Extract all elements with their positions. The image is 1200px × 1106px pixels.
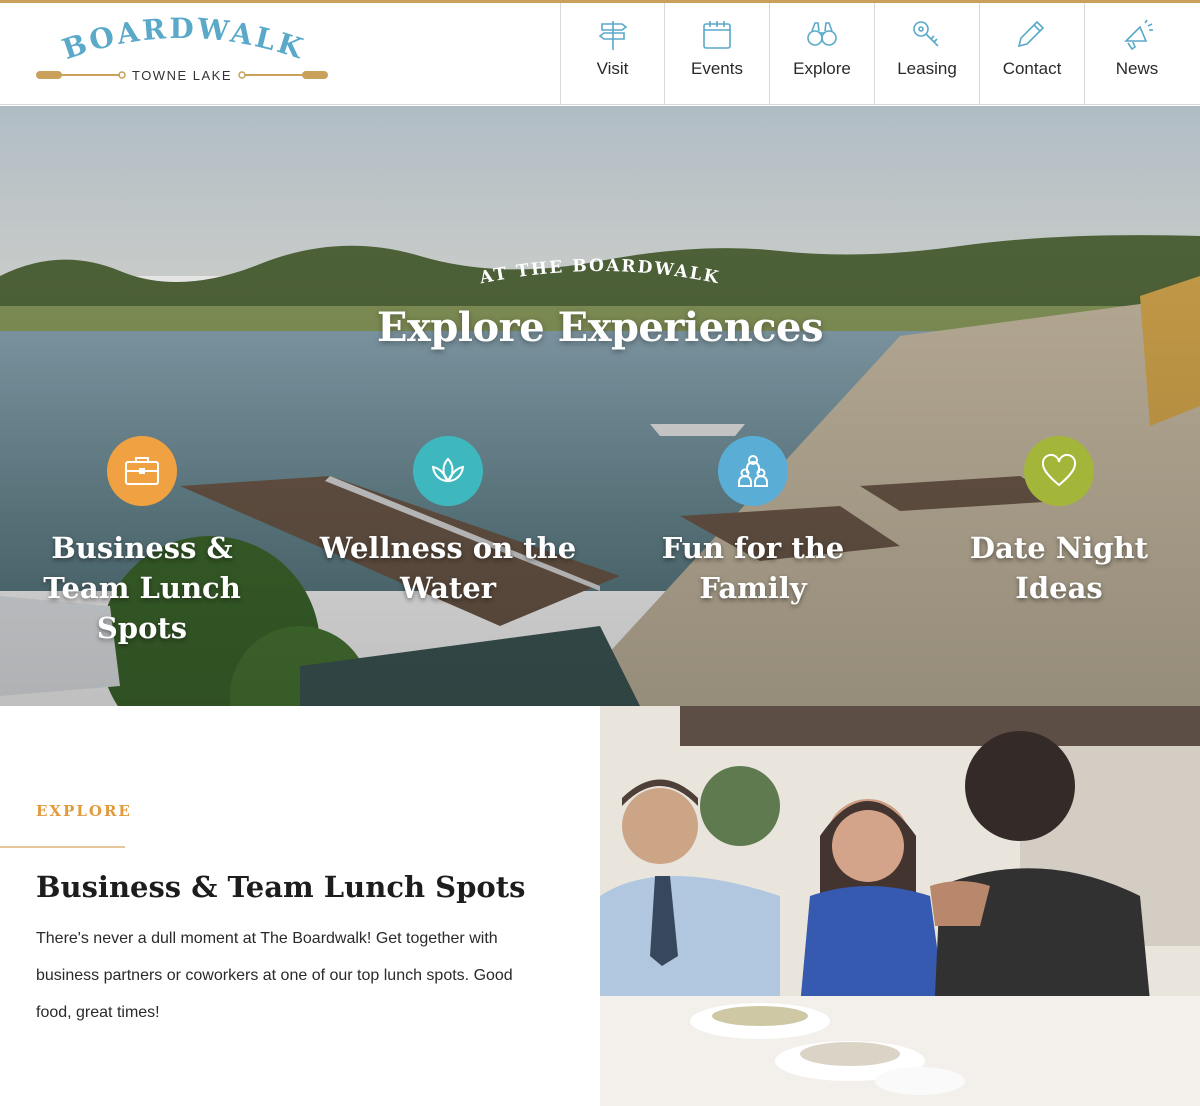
svg-text:AT THE BOARDWALK: AT THE BOARDWALK [477,256,722,289]
logo-wordmark: BOARDWALK [58,17,306,66]
hero-eyebrow-text: AT THE BOARDWALK [477,256,720,289]
nav-label-leasing: Leasing [897,59,957,78]
feature-label-family: Fun for the Family [661,531,845,605]
nav-explore[interactable]: Explore [769,3,874,105]
site-logo[interactable]: BOARDWALK TOWNE LAKE [30,17,340,97]
logo-tagline: TOWNE LAKE [132,68,232,83]
nav-contact[interactable]: Contact [979,3,1084,105]
eyebrow-divider [0,846,125,848]
calendar-icon [703,21,731,49]
lunch-photo [600,706,1200,1106]
heart-icon [1041,453,1077,487]
feature-label-date-night: Date Night Ideas [969,531,1149,605]
feature-label-business: Business & Team Lunch Spots [43,531,241,645]
signpost-icon [598,21,627,50]
nav-label-events: Events [691,59,743,78]
feature-wellness[interactable]: Wellness on the Water [318,436,578,608]
feature-circle-date-night [1024,436,1094,506]
feature-label-wellness: Wellness on the Water [319,531,577,605]
nav-news[interactable]: News [1084,3,1189,105]
hero-eyebrow: AT THE BOARDWALK [477,256,722,289]
feature-circle-business [107,436,177,506]
nav-label-visit: Visit [596,59,629,78]
nav-events[interactable]: Events [664,3,769,105]
megaphone-icon [1124,19,1153,51]
site-header: BOARDWALK TOWNE LAKE Visit Events Explor… [0,3,1200,105]
section-eyebrow: EXPLORE [36,802,132,820]
briefcase-icon [125,457,159,485]
feature-circle-family [718,436,788,506]
nav-label-contact: Contact [1002,59,1062,78]
nav-label-explore: Explore [793,59,851,78]
binoculars-icon [807,22,837,46]
explore-section: EXPLORE Business & Team Lunch Spots Ther… [0,706,600,1106]
feature-business-lunch[interactable]: Business & Team Lunch Spots [12,436,272,648]
section-title: Business & Team Lunch Spots [36,870,526,904]
feature-date-night[interactable]: Date Night Ideas [929,436,1189,608]
family-icon [738,455,768,487]
pencil-icon [1017,20,1045,48]
hero-banner: AT THE BOARDWALK Explore Experiences Bus… [0,106,1200,706]
hero-title: Explore Experiences [376,304,824,351]
main-nav: Visit Events Explore Leasing Contact New… [560,3,1189,105]
feature-circle-wellness [413,436,483,506]
key-icon [913,21,939,47]
section-body: There's never a dull moment at The Board… [36,930,513,1021]
nav-visit[interactable]: Visit [560,3,664,105]
lotus-icon [431,457,465,483]
nav-label-news: News [1115,59,1159,78]
feature-family[interactable]: Fun for the Family [623,436,883,608]
svg-text:BOARDWALK: BOARDWALK [58,17,309,66]
nav-leasing[interactable]: Leasing [874,3,979,105]
